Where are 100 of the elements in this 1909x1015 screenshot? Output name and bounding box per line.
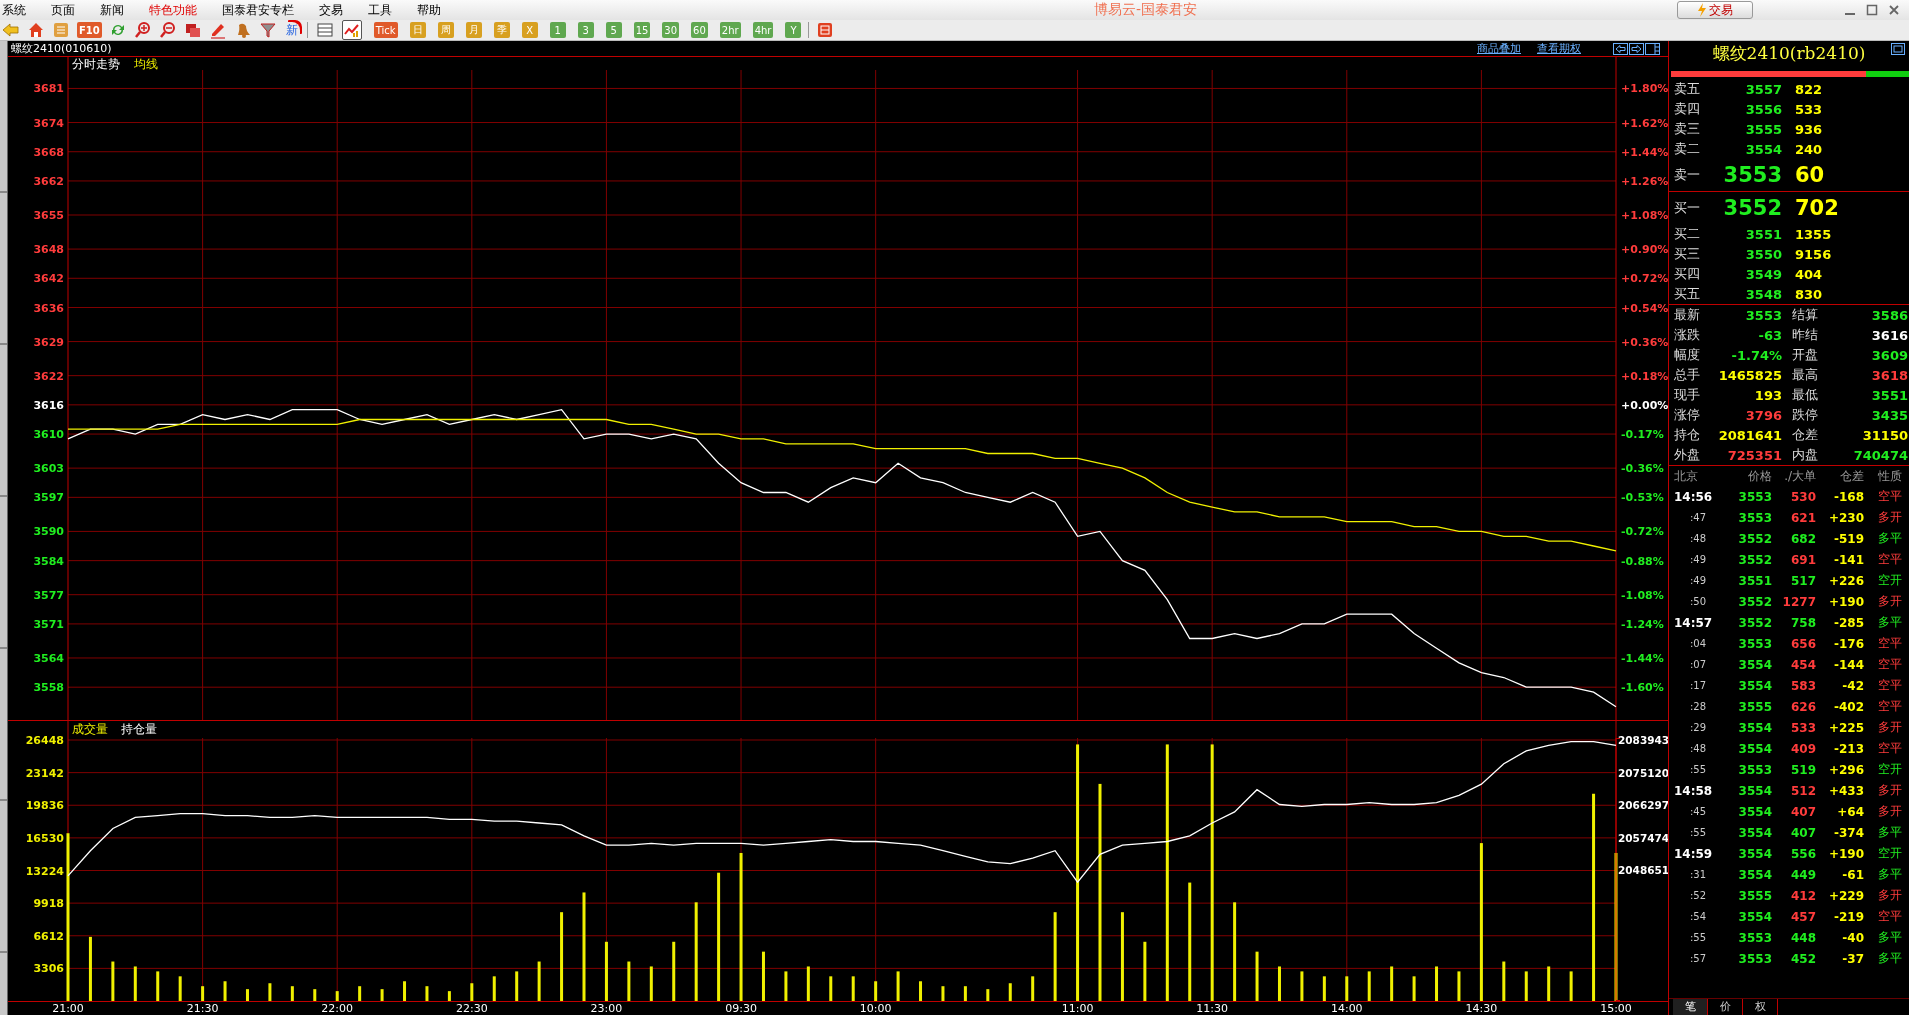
stat-value: 3616: [1870, 327, 1908, 343]
tick-price: 3552: [1737, 531, 1772, 546]
stat-value: -63: [1757, 327, 1782, 343]
tick-type: 空平: [1877, 677, 1902, 694]
axis-label: -1.44%: [1621, 652, 1664, 665]
quote-price: 3548: [1744, 286, 1782, 302]
tick-price: 3553: [1737, 930, 1772, 945]
stat-value: 3796: [1744, 407, 1782, 423]
column-header: 仓差: [1839, 467, 1864, 485]
tick-time: :17: [1689, 680, 1708, 691]
tick-volume: 517: [1789, 573, 1816, 588]
axis-label: +0.90%: [1621, 243, 1668, 257]
tick-type: 空平: [1877, 656, 1902, 673]
quote-volume: 1355: [1794, 226, 1833, 242]
tick-type: 多平: [1877, 929, 1902, 946]
axis-label: -1.60%: [1621, 681, 1664, 695]
axis-label: +1.26%: [1621, 174, 1668, 188]
tick-volume: 412: [1789, 888, 1816, 903]
tick-type: 空开: [1877, 572, 1902, 589]
axis-label: 14:00: [1330, 1002, 1363, 1015]
axis-label: 16530: [25, 831, 64, 845]
instrument-title: 螺纹2410(rb2410): [1712, 41, 1866, 65]
tick-type: 多开: [1877, 782, 1902, 799]
axis-label: -0.88%: [1621, 554, 1664, 568]
tick-time: :48: [1689, 533, 1708, 544]
tick-volume: 656: [1789, 636, 1816, 651]
tick-diff: +190: [1827, 594, 1864, 609]
stat-value: 3618: [1870, 367, 1908, 383]
tick-price: 3554: [1737, 657, 1772, 672]
axis-label: 3668: [33, 145, 64, 159]
axis-label: 2083943: [1618, 734, 1668, 746]
axis-label: 6612: [33, 929, 64, 943]
stat-value: 193: [1753, 387, 1782, 403]
quote-label: 卖四: [1674, 100, 1701, 118]
tick-type: 多开: [1877, 593, 1902, 610]
axis-label: 3674: [33, 116, 64, 130]
stat-label: 现手: [1674, 386, 1701, 404]
axis-label: 09:30: [725, 1002, 757, 1015]
axis-label: 3662: [33, 174, 64, 188]
tick-diff: -519: [1832, 531, 1864, 546]
tick-diff: +226: [1827, 573, 1864, 588]
tick-type: 多开: [1877, 803, 1902, 820]
stat-value: 725351: [1726, 447, 1782, 463]
tick-time: :31: [1689, 869, 1708, 880]
tick-time: 14:58: [1674, 783, 1714, 798]
axis-label: -1.08%: [1621, 588, 1664, 602]
stat-value: 740474: [1852, 447, 1908, 463]
quote-price: 3553: [1722, 163, 1782, 187]
axis-label: 3642: [33, 272, 64, 286]
column-header: ./大单: [1783, 467, 1816, 485]
quote-price: 3556: [1744, 101, 1782, 117]
quote-label: 卖五: [1674, 80, 1701, 98]
tick-price: 3553: [1737, 762, 1772, 777]
stat-value: 2081641: [1718, 427, 1782, 443]
axis-label: 3655: [33, 209, 64, 222]
quote-volume: 9156: [1794, 246, 1833, 262]
axis-label: 15:00: [1600, 1002, 1632, 1015]
tick-volume: 682: [1789, 531, 1816, 546]
quote-price: 3552: [1722, 196, 1782, 220]
legend-label: 均线: [134, 57, 158, 71]
axis-label: 2075120: [1618, 766, 1668, 779]
axis-label: +0.00%: [1621, 398, 1668, 412]
tick-diff: -40: [1841, 930, 1864, 945]
tick-type: 多平: [1877, 950, 1902, 967]
tick-diff: -219: [1832, 909, 1864, 924]
tick-type: 多开: [1877, 887, 1902, 904]
axis-label: 23:00: [590, 1002, 623, 1015]
tick-price: 3552: [1737, 594, 1772, 609]
axis-label: 13224: [25, 864, 64, 878]
tick-type: 空平: [1877, 698, 1902, 715]
tick-price: 3553: [1737, 510, 1772, 525]
tick-price: 3554: [1737, 783, 1772, 798]
tick-price: 3553: [1737, 489, 1772, 504]
tick-time: :28: [1689, 701, 1708, 712]
tick-type: 空平: [1877, 551, 1902, 568]
axis-label: 3636: [33, 301, 64, 315]
axis-label: -1.24%: [1621, 617, 1664, 631]
tick-volume: 512: [1789, 783, 1816, 798]
stat-value: 3586: [1870, 307, 1908, 323]
stat-value: 3609: [1870, 347, 1908, 363]
axis-label: +1.44%: [1621, 145, 1668, 159]
stat-label: 跌停: [1791, 406, 1819, 424]
axis-label: 11:00: [1061, 1002, 1094, 1015]
tick-diff: -61: [1841, 867, 1864, 882]
axis-label: +1.08%: [1621, 209, 1668, 222]
axis-label: +0.54%: [1621, 301, 1668, 315]
axis-label: 3629: [33, 335, 64, 349]
tick-type: 空开: [1877, 845, 1902, 862]
tick-price: 3551: [1737, 573, 1772, 588]
tick-time: :55: [1689, 932, 1708, 943]
stat-label: 仓差: [1791, 426, 1819, 444]
axis-label: 3622: [33, 369, 64, 383]
axis-label: 3610: [33, 428, 64, 442]
tick-time: :52: [1689, 890, 1708, 901]
tick-time: 14:57: [1674, 615, 1714, 630]
axis-label: 3577: [33, 588, 64, 602]
tick-volume: 519: [1789, 762, 1816, 777]
axis-label: 21:30: [186, 1002, 219, 1015]
stat-label: 昨结: [1791, 326, 1819, 344]
tick-time: :07: [1689, 659, 1708, 670]
